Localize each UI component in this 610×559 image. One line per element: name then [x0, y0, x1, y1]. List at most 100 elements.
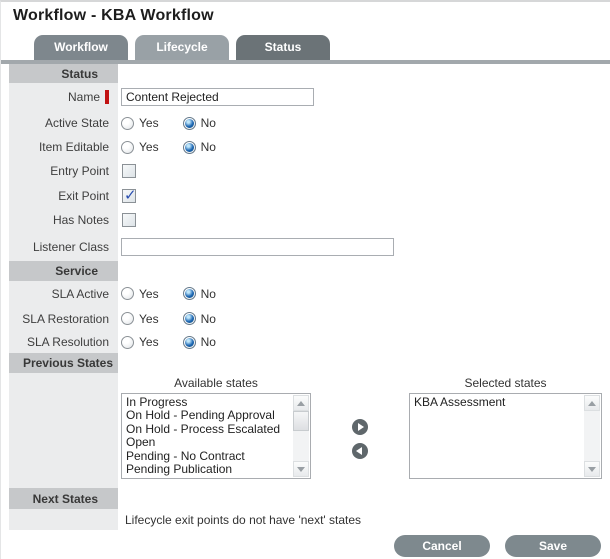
sla-restoration-no-option[interactable]: No — [182, 311, 216, 326]
scroll-thumb[interactable] — [293, 411, 309, 431]
required-marker-icon — [105, 90, 109, 104]
form-row-sla-resolution: SLA Resolution Yes No — [9, 331, 603, 353]
list-item[interactable]: Pending Publication — [126, 462, 293, 476]
tab-workflow[interactable]: Workflow — [34, 35, 128, 60]
list-item[interactable]: In Progress — [126, 395, 293, 409]
radio-icon[interactable] — [182, 312, 196, 325]
scrollbar[interactable] — [293, 395, 309, 477]
move-left-button[interactable] — [352, 443, 368, 459]
form-row-name: Name — [9, 83, 603, 111]
section-title: Status — [9, 64, 118, 83]
arrow-down-icon — [588, 466, 596, 472]
active-state-yes-option[interactable]: Yes — [121, 116, 159, 130]
scroll-up-button[interactable] — [293, 395, 309, 411]
section-header-service: Service — [9, 261, 603, 281]
exit-point-label: Exit Point — [9, 183, 118, 208]
entry-point-checkbox[interactable] — [122, 164, 136, 178]
arrow-right-icon — [358, 423, 364, 431]
form-row-next-states-message: Lifecycle exit points do not have 'next'… — [9, 509, 603, 530]
option-label: Yes — [139, 116, 159, 130]
form-row-sla-active: SLA Active Yes No — [9, 281, 603, 306]
tab-lifecycle[interactable]: Lifecycle — [135, 35, 229, 60]
scroll-down-button[interactable] — [584, 461, 600, 477]
action-button-row: Cancel Save — [9, 534, 603, 558]
sla-active-yes-option[interactable]: Yes — [121, 287, 159, 301]
section-title: Next States — [9, 488, 118, 509]
section-title: Service — [9, 261, 118, 281]
sla-resolution-label: SLA Resolution — [9, 331, 118, 353]
option-label: No — [200, 116, 216, 130]
form-row-active-state: Active State Yes No — [9, 111, 603, 135]
sla-active-no-option[interactable]: No — [182, 286, 216, 301]
list-item[interactable]: On Hold - Process Escalated — [126, 422, 293, 436]
option-label: Yes — [139, 311, 159, 326]
tab-bar: Workflow Lifecycle Status — [34, 35, 330, 60]
entry-point-label: Entry Point — [9, 159, 118, 183]
form-row-item-editable: Item Editable Yes No — [9, 135, 603, 159]
list-item[interactable]: On Hold - Pending Approval — [126, 408, 293, 422]
list-item[interactable]: KBA Assessment — [414, 395, 584, 409]
arrow-up-icon — [588, 400, 596, 406]
form-row-exit-point: Exit Point — [9, 183, 603, 208]
section-header-status: Status — [9, 64, 603, 83]
name-label: Name — [67, 90, 100, 104]
selected-states-caption: Selected states — [464, 376, 547, 390]
option-label: Yes — [139, 140, 159, 154]
cancel-button[interactable]: Cancel — [394, 535, 490, 557]
radio-icon[interactable] — [182, 140, 196, 154]
save-button[interactable]: Save — [505, 535, 601, 557]
section-title: Previous States — [9, 353, 118, 373]
available-states-caption: Available states — [174, 376, 258, 390]
radio-icon[interactable] — [182, 287, 196, 300]
form-row-has-notes: Has Notes — [9, 208, 603, 232]
radio-icon[interactable] — [121, 287, 134, 300]
option-label: Yes — [139, 286, 159, 301]
item-editable-label: Item Editable — [9, 135, 118, 159]
option-label: No — [200, 286, 216, 301]
sla-active-label: SLA Active — [9, 281, 118, 306]
radio-icon[interactable] — [121, 140, 134, 154]
sla-resolution-no-option[interactable]: No — [182, 335, 216, 349]
radio-icon[interactable] — [121, 116, 134, 130]
selected-states-listbox[interactable]: KBA Assessment — [409, 393, 602, 479]
exit-point-checkbox[interactable] — [122, 186, 137, 204]
tab-status[interactable]: Status — [236, 35, 330, 60]
form-row-listener-class: Listener Class — [9, 232, 603, 261]
has-notes-label: Has Notes — [9, 208, 118, 232]
next-states-message: Lifecycle exit points do not have 'next'… — [125, 512, 362, 527]
option-label: No — [200, 140, 216, 154]
form-row-sla-restoration: SLA Restoration Yes No — [9, 306, 603, 331]
radio-icon[interactable] — [121, 335, 134, 349]
item-editable-no-option[interactable]: No — [182, 140, 216, 154]
scroll-up-button[interactable] — [584, 395, 600, 411]
option-label: Yes — [139, 335, 159, 349]
active-state-label: Active State — [9, 111, 118, 135]
scrollbar[interactable] — [584, 395, 600, 477]
active-state-no-option[interactable]: No — [182, 116, 216, 130]
has-notes-checkbox[interactable] — [122, 213, 136, 227]
arrow-left-icon — [356, 447, 362, 455]
option-label: No — [200, 335, 216, 349]
arrow-up-icon — [297, 400, 305, 406]
section-header-previous-states: Previous States — [9, 353, 603, 373]
states-picker: Available states Selected states In Prog… — [118, 373, 603, 488]
sla-resolution-yes-option[interactable]: Yes — [121, 335, 159, 349]
option-label: No — [200, 311, 216, 326]
sla-restoration-yes-option[interactable]: Yes — [121, 312, 159, 326]
page-title: Workflow - KBA Workflow — [13, 7, 214, 24]
listener-class-input[interactable] — [121, 237, 394, 256]
listener-class-label: Listener Class — [9, 232, 118, 261]
item-editable-yes-option[interactable]: Yes — [121, 140, 159, 154]
available-states-listbox[interactable]: In Progress On Hold - Pending Approval On … — [121, 393, 311, 479]
scroll-down-button[interactable] — [293, 461, 309, 477]
list-item[interactable]: Pending - No Contract — [126, 449, 293, 463]
radio-icon[interactable] — [121, 312, 134, 325]
radio-icon[interactable] — [182, 116, 196, 130]
name-input[interactable] — [121, 88, 314, 106]
sla-restoration-label: SLA Restoration — [9, 306, 118, 331]
move-right-button[interactable] — [352, 419, 368, 435]
list-item[interactable]: Open — [126, 435, 293, 449]
status-form: Status Name Active State Yes No — [9, 64, 603, 558]
radio-icon[interactable] — [182, 335, 196, 349]
workflow-status-page: Workflow - KBA Workflow Workflow Lifecyc… — [0, 0, 610, 559]
